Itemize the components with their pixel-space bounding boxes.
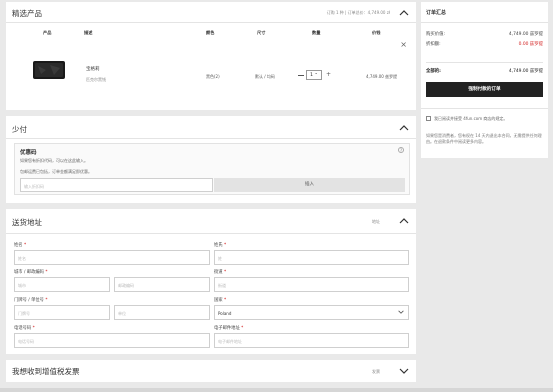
product-image[interactable] — [32, 59, 66, 81]
product-subtitle: 匹克尔黑钱 — [86, 77, 106, 82]
coupon-title: 少付 — [12, 125, 27, 134]
email-input[interactable]: 电子邮件地址 — [214, 333, 409, 348]
terms-checkbox[interactable] — [426, 116, 431, 121]
quantity-stepper[interactable]: 1 ⌃ — [306, 70, 322, 80]
collapse-chevron-up-icon[interactable] — [399, 216, 409, 226]
total-label: 全部的: — [426, 69, 441, 74]
col-header-color: 颜色 — [206, 30, 215, 35]
street-input[interactable]: 街道 — [214, 277, 409, 292]
collapse-chevron-up-icon[interactable] — [399, 123, 409, 133]
shipping-hint: 地址 — [372, 219, 380, 224]
total-value: 4,749.00 兹罗提 — [508, 69, 543, 74]
country-value: Poland — [218, 311, 232, 316]
email-label: 电子邮件地址 * — [214, 326, 244, 331]
quantity-decrease-button[interactable] — [298, 75, 304, 76]
collapse-chevron-up-icon[interactable] — [399, 8, 409, 18]
products-title: 精选产品 — [12, 9, 42, 18]
coupon-box-title: 优惠码 — [20, 150, 37, 156]
house-number-label: 门牌号 / 单位号 * — [14, 298, 48, 303]
last-name-label: 姓氏 * — [214, 243, 227, 248]
apply-coupon-label: 插入 — [305, 182, 314, 187]
invoice-title: 我想收到增值税发票 — [12, 367, 80, 376]
col-header-product: 产品 — [43, 30, 52, 35]
coupon-line-2: 包邮运费已包括，订单金额满足即优惠。 — [20, 169, 92, 174]
house-number-input[interactable]: 门牌号 — [14, 305, 110, 320]
col-header-size: 尺寸 — [257, 30, 266, 35]
phone-input[interactable]: 电话号码 — [14, 333, 210, 348]
shipping-title: 送货地址 — [12, 218, 42, 227]
chevron-up-icon: ⌃ — [314, 72, 318, 77]
order-summary-panel: 订单汇总 购买价值: 4,749.00 兹罗提 折扣额: 0.00 兹罗提 全部… — [421, 2, 548, 158]
coupon-panel: 少付 优惠码 ? 如果您有折扣代码，可以在这此输入。 包邮运费已包括，订单金额满… — [6, 116, 416, 203]
summary-title: 订单汇总 — [426, 10, 447, 16]
withdrawal-note: 如果您是消费者，您有权在 14 天内退出本合同，无需提供任何理由。在退款条件中阅… — [426, 133, 542, 144]
expand-chevron-down-icon[interactable] — [399, 366, 409, 376]
discount-label: 折扣额: — [426, 42, 441, 47]
coupon-line-1: 如果您有折扣代码，可以在这此输入。 — [20, 158, 88, 163]
pay-order-button[interactable]: 强制付款的订单 — [426, 82, 543, 97]
city-input[interactable]: 城市 — [14, 277, 110, 292]
terms-text: 我已阅读并接受 4fun.com 商店的规定。 — [434, 116, 508, 121]
apply-coupon-button[interactable]: 插入 — [214, 178, 405, 192]
shipping-panel: 送货地址 地址 姓名 * 姓名 姓氏 * 姓 城市 / 邮政编码 * 城市 邮政… — [6, 209, 416, 354]
country-label: 国家 * — [214, 298, 227, 303]
discount-value: 0.00 兹罗提 — [518, 42, 543, 47]
bottom-scrollbar[interactable] — [0, 388, 553, 392]
pay-order-label: 强制付款的订单 — [468, 87, 501, 92]
product-price: 4,749.00 兹罗提 — [366, 74, 398, 79]
info-icon: ? — [398, 147, 404, 153]
first-name-input[interactable]: 姓名 — [14, 250, 210, 265]
purchase-value: 4,749.00 兹罗提 — [508, 32, 543, 37]
city-postal-label: 城市 / 邮政编码 * — [14, 270, 48, 275]
country-select[interactable]: Poland — [214, 305, 409, 320]
product-name[interactable]: 宝格莉 — [86, 66, 100, 72]
phone-label: 电话号码 * — [14, 326, 35, 331]
invoice-hint: 发票 — [372, 369, 380, 374]
purchase-value-label: 购买价值: — [426, 32, 446, 37]
chevron-down-icon — [398, 309, 404, 316]
first-name-label: 姓名 * — [14, 243, 27, 248]
coupon-code-input[interactable]: 输入折扣码 — [20, 178, 213, 192]
col-header-description: 描述 — [84, 30, 93, 35]
last-name-input[interactable]: 姓 — [214, 250, 409, 265]
products-panel: 精选产品 订购 1 种 | 订单总价：4,749.00 zł 产品 描述 颜色 … — [6, 2, 416, 110]
col-header-price: 价钱 — [372, 30, 381, 35]
street-label: 街道 * — [214, 270, 227, 275]
col-header-quantity: 数量 — [312, 30, 321, 35]
quantity-value: 1 — [310, 73, 314, 78]
quantity-increase-button[interactable]: + — [326, 71, 331, 78]
product-color: 黑色(2) — [206, 74, 220, 79]
product-size: 默认 / 均码 — [255, 74, 275, 79]
coupon-placeholder: 输入折扣码 — [24, 184, 44, 189]
postal-code-input[interactable]: 邮政编码 — [114, 277, 210, 292]
apartment-input[interactable]: 单位 — [114, 305, 210, 320]
products-summary: 订购 1 种 | 订单总价：4,749.00 zł — [326, 10, 390, 15]
remove-item-button[interactable]: × — [400, 40, 407, 49]
invoice-panel[interactable]: 我想收到增值税发票 发票 — [6, 360, 416, 382]
